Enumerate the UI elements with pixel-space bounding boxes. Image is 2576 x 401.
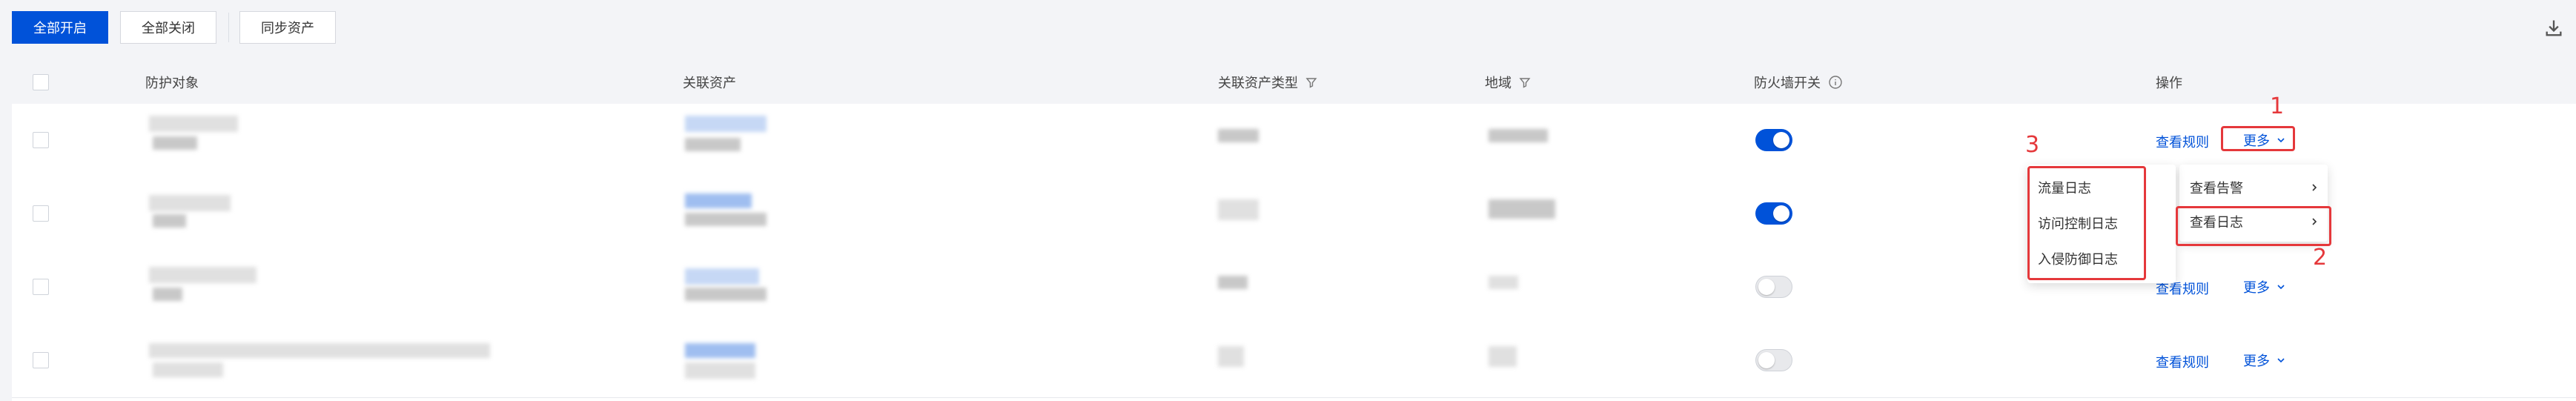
col-asset-type-label: 关联资产类型 [1218, 76, 1298, 91]
toggle-knob [1758, 352, 1775, 368]
info-icon[interactable] [1828, 75, 1843, 90]
protected-object-redacted [149, 195, 231, 211]
related-asset-redacted [685, 268, 759, 285]
annotation-box-1 [2221, 126, 2295, 151]
asset-type-redacted [1218, 276, 1248, 289]
toggle-knob [1773, 205, 1789, 222]
col-region[interactable]: 地域 [1485, 61, 1531, 104]
col-firewall-switch-label: 防火墙开关 [1754, 76, 1821, 91]
protected-object-redacted [153, 136, 197, 150]
related-asset-redacted [685, 213, 766, 226]
table-row: 查看规则 更多 [12, 324, 2576, 398]
related-asset-redacted [685, 343, 755, 358]
region-redacted [1489, 346, 1517, 367]
firewall-toggle[interactable] [1755, 276, 1792, 298]
more-label: 更多 [2243, 354, 2270, 369]
annotation-box-2 [2176, 206, 2331, 246]
row-checkbox[interactable] [33, 132, 49, 148]
more-dropdown[interactable]: 更多 [2243, 351, 2286, 370]
asset-type-redacted [1218, 346, 1244, 367]
related-asset-redacted [685, 193, 752, 208]
col-asset-type[interactable]: 关联资产类型 [1218, 61, 1317, 104]
annotation-number-3: 3 [2025, 132, 2040, 158]
filter-icon[interactable] [1519, 76, 1531, 88]
toolbar-divider [228, 13, 229, 42]
row-checkbox[interactable] [33, 352, 49, 368]
chevron-down-icon [2277, 285, 2285, 290]
col-firewall-switch: 防火墙开关 [1754, 61, 1843, 104]
menu-item-view-alerts[interactable]: 查看告警 [2179, 170, 2328, 205]
chevron-right-icon [2312, 184, 2317, 191]
related-asset-redacted [685, 362, 755, 379]
col-protected-object: 防护对象 [145, 76, 199, 91]
related-asset-redacted [685, 138, 741, 151]
firewall-toggle[interactable] [1755, 202, 1792, 225]
annotation-number-2: 2 [2313, 245, 2328, 271]
protected-object-redacted [153, 288, 182, 301]
toolbar: 全部开启 全部关闭 同步资产 [12, 10, 348, 44]
filter-icon[interactable] [1305, 76, 1317, 88]
related-asset-redacted [685, 288, 766, 301]
annotation-box-3 [2027, 166, 2146, 280]
sync-assets-button[interactable]: 同步资产 [239, 11, 336, 44]
region-redacted [1489, 276, 1518, 289]
region-redacted [1489, 129, 1548, 142]
col-region-label: 地域 [1485, 76, 1512, 91]
table-header: 防护对象 关联资产 关联资产类型 地域 防火墙开关 操作 [12, 61, 2576, 104]
row-checkbox[interactable] [33, 279, 49, 295]
more-label: 更多 [2243, 280, 2270, 296]
firewall-toggle[interactable] [1755, 349, 1792, 371]
col-actions: 操作 [2156, 76, 2182, 91]
protected-object-redacted [149, 116, 238, 132]
select-all-checkbox[interactable] [33, 74, 49, 90]
table-row: 查看规则 更多 [12, 251, 2576, 325]
row-checkbox[interactable] [33, 205, 49, 222]
protected-object-redacted [153, 362, 223, 377]
protected-object-redacted [153, 214, 186, 228]
asset-type-redacted [1218, 199, 1259, 220]
view-rules-link[interactable]: 查看规则 [2156, 352, 2209, 371]
firewall-toggle[interactable] [1755, 129, 1792, 151]
toggle-knob [1773, 132, 1789, 148]
protected-object-redacted [149, 267, 256, 283]
chevron-down-icon [2277, 358, 2285, 363]
download-icon[interactable] [2543, 18, 2564, 39]
enable-all-button[interactable]: 全部开启 [12, 11, 108, 44]
disable-all-button[interactable]: 全部关闭 [120, 11, 216, 44]
more-dropdown[interactable]: 更多 [2243, 277, 2286, 296]
col-related-asset: 关联资产 [683, 76, 736, 91]
related-asset-redacted [685, 116, 766, 132]
menu-item-label: 查看告警 [2190, 181, 2243, 196]
asset-type-redacted [1218, 129, 1259, 142]
view-rules-link[interactable]: 查看规则 [2156, 132, 2209, 151]
region-redacted [1489, 199, 1555, 219]
annotation-number-1: 1 [2270, 93, 2285, 119]
protected-object-redacted [149, 343, 490, 358]
toggle-knob [1758, 279, 1775, 295]
